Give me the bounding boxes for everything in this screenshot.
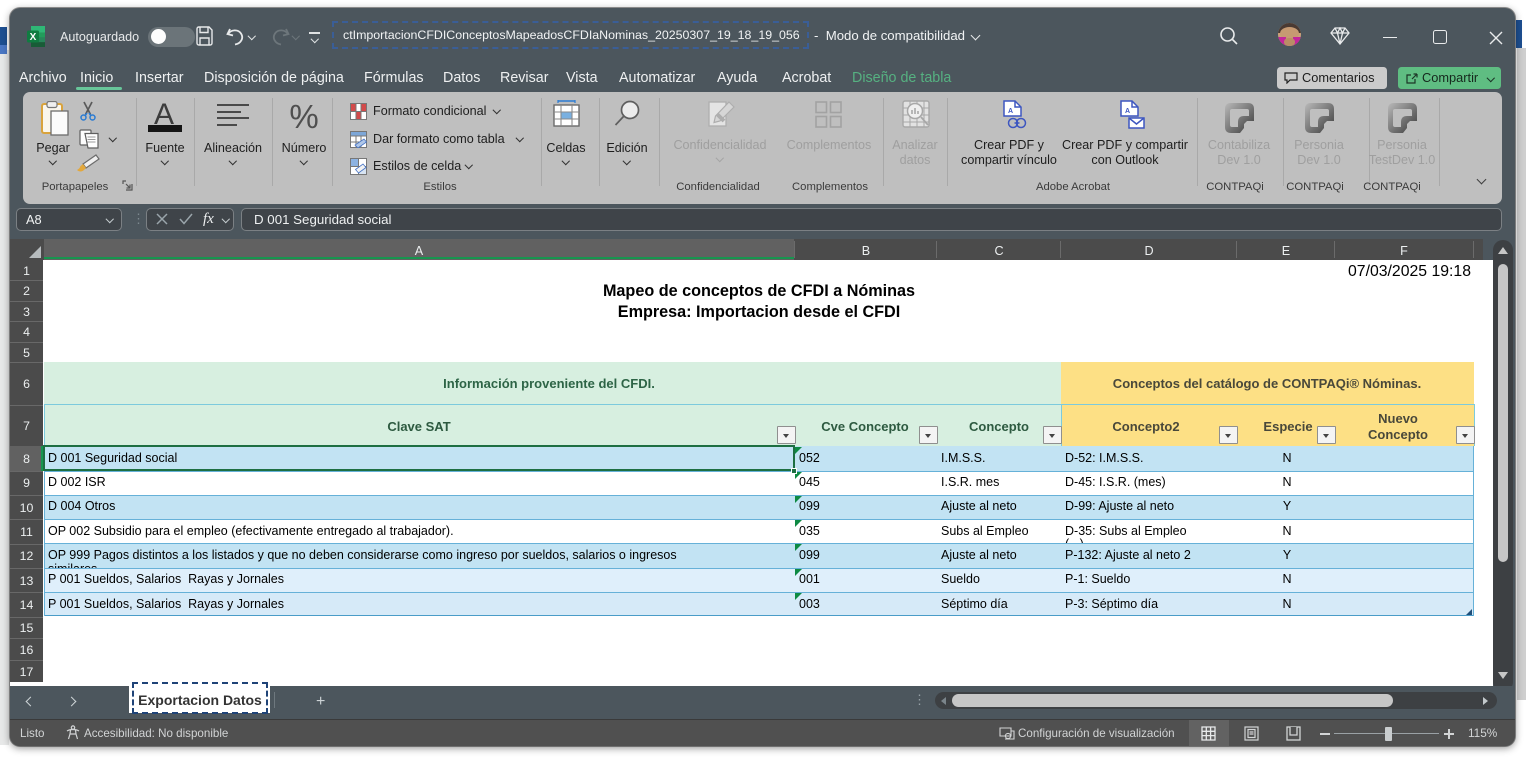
svg-text:A: A	[1125, 108, 1130, 115]
svg-text:A: A	[1008, 108, 1013, 115]
svg-text:X: X	[30, 32, 37, 43]
